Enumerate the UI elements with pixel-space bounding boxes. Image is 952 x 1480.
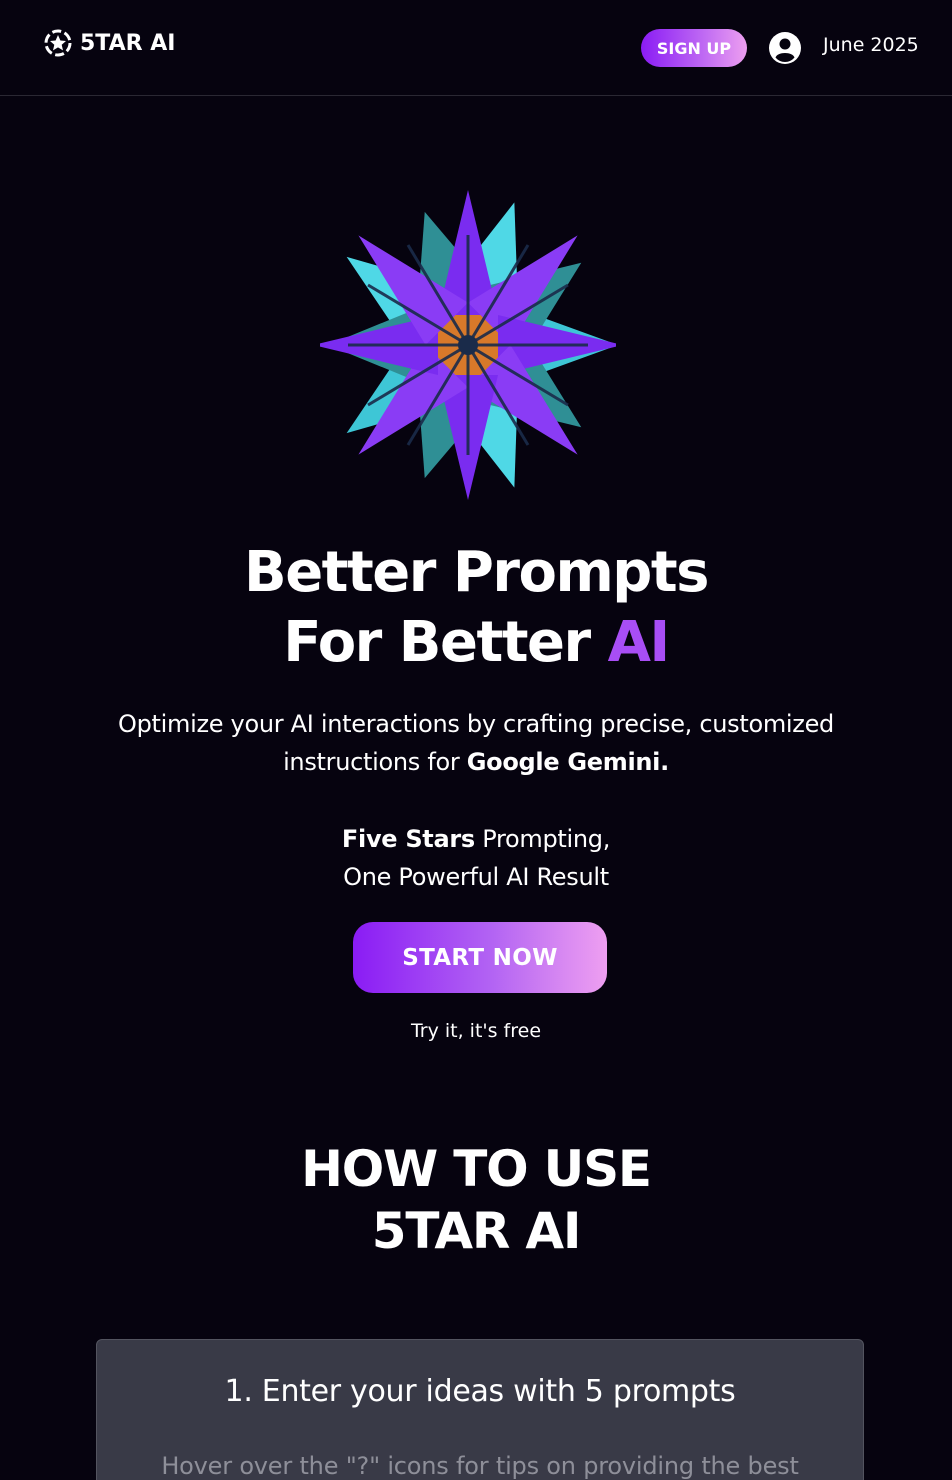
date-label: June 2025 <box>823 34 919 56</box>
start-now-button[interactable]: START NOW <box>353 922 607 993</box>
brand-logo[interactable]: 5TAR AI <box>44 28 175 58</box>
hero-subtitle-emphasis: Google Gemini. <box>466 748 669 776</box>
step-card-1: 1. Enter your ideas with 5 prompts Hover… <box>96 1339 864 1480</box>
how-to-use-title-line-1: HOW TO USE <box>301 1140 652 1198</box>
account-circle-icon[interactable] <box>768 31 802 65</box>
hero-title: Better Prompts For Better AI <box>0 538 952 678</box>
hero-title-line-2-prefix: For Better <box>283 610 608 675</box>
tagline-text: Prompting, <box>474 825 611 853</box>
hero-title-accent: AI <box>607 610 671 675</box>
tagline-line-2: One Powerful AI Result <box>343 863 609 891</box>
step-1-description: Hover over the "?" icons for tips on pro… <box>161 1452 799 1480</box>
how-to-use-title: HOW TO USE 5TAR AI <box>0 1138 952 1262</box>
stellated-polyhedron-illustration <box>320 190 616 500</box>
sign-up-button[interactable]: SIGN UP <box>641 29 747 67</box>
brand-name: 5TAR AI <box>80 30 176 56</box>
top-nav: 5TAR AI SIGN UP June 2025 <box>0 0 952 96</box>
hero-subtitle: Optimize your AI interactions by craftin… <box>60 705 892 781</box>
step-1-heading: 1. Enter your ideas with 5 prompts <box>224 1374 736 1409</box>
hero-title-line-1: Better Prompts <box>244 540 709 605</box>
tagline-emphasis: Five Stars <box>341 825 475 853</box>
how-to-use-title-line-2: 5TAR AI <box>371 1202 582 1260</box>
hero-tagline: Five Stars Prompting, One Powerful AI Re… <box>0 820 952 896</box>
star-badge-icon <box>44 29 72 57</box>
cta-note: Try it, it's free <box>410 1020 542 1042</box>
page: 5TAR AI SIGN UP June 2025 Better Prompts… <box>0 0 952 1480</box>
